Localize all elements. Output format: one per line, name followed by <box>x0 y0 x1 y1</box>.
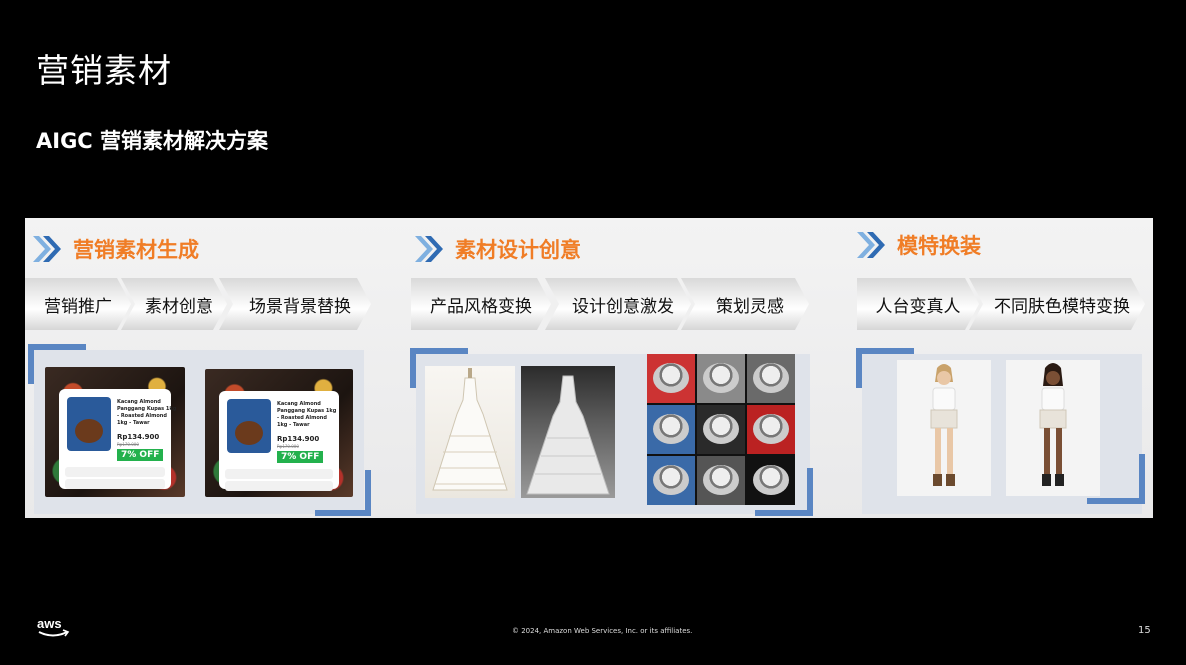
section-title: 素材设计创意 <box>455 238 581 262</box>
section-model-outfit: 模特换装 <box>855 228 981 262</box>
product-old-price: Rp170.000 <box>117 442 139 447</box>
model-photo-dark <box>1006 360 1100 496</box>
section-title: 模特换装 <box>897 234 981 258</box>
product-card: Kacang Almond Panggang Kupas 1kg - Roast… <box>45 367 185 497</box>
double-chevron-right-icon <box>33 236 61 262</box>
review-row <box>225 469 333 479</box>
tag-mannequin-to-model: 人台变真人 <box>857 278 979 330</box>
product-name: Kacang Almond Panggang Kupas 1kg - Roast… <box>117 399 177 426</box>
section-marketing-generation: 营销素材生成 <box>31 232 199 266</box>
dress-photo-image <box>521 366 615 498</box>
tag-marketing-promotion: 营销推广 <box>25 278 131 330</box>
product-name: Kacang Almond Panggang Kupas 1kg - Roast… <box>277 401 337 428</box>
section-title: 营销素材生成 <box>73 238 199 262</box>
discount-badge: 7% OFF <box>117 449 164 461</box>
review-row <box>65 479 165 489</box>
robot-variant-image <box>647 456 695 505</box>
robot-variant-image <box>747 405 795 454</box>
footer-copyright: © 2024, Amazon Web Services, Inc. or its… <box>512 627 693 635</box>
robot-vacuum-grid <box>647 354 795 505</box>
tag-design-inspire: 设计创意激发 <box>545 278 691 330</box>
section-design-creative: 素材设计创意 <box>413 232 581 266</box>
tag-planning-inspiration: 策划灵感 <box>681 278 809 330</box>
dress-sketch-image <box>425 366 515 498</box>
product-old-price: Rp170.000 <box>277 444 299 449</box>
double-chevron-right-icon <box>857 232 885 258</box>
tag-style-transform: 产品风格变换 <box>411 278 551 330</box>
robot-variant-image <box>697 456 745 505</box>
review-row <box>225 481 333 491</box>
product-price: Rp134.900 <box>277 435 320 443</box>
product-pouch-image <box>67 397 111 451</box>
aws-logo-icon: aws <box>37 616 70 637</box>
review-row <box>65 467 165 477</box>
double-chevron-right-icon <box>415 236 443 262</box>
page-number: 15 <box>1138 625 1151 636</box>
product-price: Rp134.900 <box>117 433 160 441</box>
robot-variant-image <box>747 354 795 403</box>
slide-subtitle: AIGC 营销素材解决方案 <box>36 129 269 153</box>
product-pouch-image <box>227 399 271 453</box>
robot-variant-image <box>647 405 695 454</box>
robot-variant-image <box>697 354 745 403</box>
slide-title: 营销素材 <box>36 51 172 90</box>
aws-logo-text: aws <box>37 616 62 631</box>
tag-skin-tone-swap: 不同肤色模特变换 <box>969 278 1145 330</box>
robot-variant-image <box>697 405 745 454</box>
tag-material-creative: 素材创意 <box>121 278 227 330</box>
robot-variant-image <box>747 456 795 505</box>
robot-variant-image <box>647 354 695 403</box>
tag-background-replace: 场景背景替换 <box>219 278 371 330</box>
model-photo-light <box>897 360 991 496</box>
content-panel: 营销素材生成 营销推广 素材创意 场景背景替换 Kacang Almond Pa… <box>25 218 1153 518</box>
discount-badge: 7% OFF <box>277 451 324 463</box>
product-card: Kacang Almond Panggang Kupas 1kg - Roast… <box>205 369 353 497</box>
